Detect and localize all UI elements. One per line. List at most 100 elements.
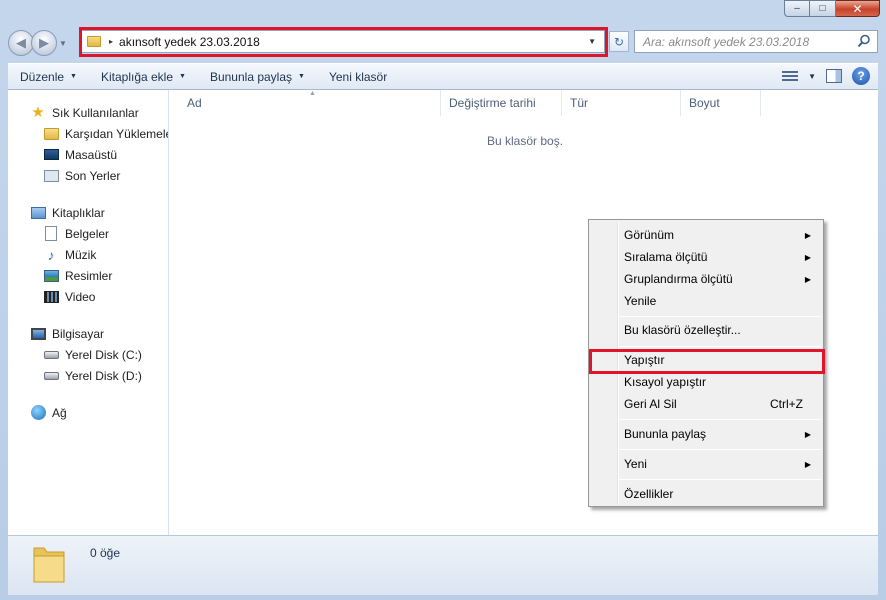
sidebar-item-desktop[interactable]: Masaüstü <box>8 144 168 165</box>
search-icon[interactable] <box>857 34 871 48</box>
sidebar-item-downloads[interactable]: Karşıdan Yüklemeler <box>8 123 168 144</box>
search-input[interactable]: Ara: akınsoft yedek 23.03.2018 <box>634 30 878 53</box>
forward-button[interactable]: ▶ <box>31 30 57 56</box>
libraries-icon <box>30 205 46 221</box>
include-in-library-button[interactable]: Kitaplığa ekle ▼ <box>89 64 198 89</box>
column-header-name[interactable]: ▲ Ad <box>169 90 441 116</box>
sidebar-item-label: Kitaplıklar <box>52 205 105 220</box>
computer-group: Bilgisayar Yerel Disk (C:) Yerel Disk (D… <box>8 323 168 386</box>
menu-item-paste-shortcut[interactable]: Kısayol yapıştır <box>591 371 821 393</box>
sidebar-item-pictures[interactable]: Resimler <box>8 265 168 286</box>
close-button[interactable]: ✕ <box>836 0 880 17</box>
menu-item-customize-folder[interactable]: Bu klasörü özelleştir... <box>591 319 821 341</box>
submenu-arrow-icon: ▶ <box>804 230 811 240</box>
sidebar-item-label: Belgeler <box>65 226 110 241</box>
new-folder-button[interactable]: Yeni klasör <box>317 64 399 89</box>
sidebar-item-computer[interactable]: Bilgisayar <box>8 323 168 344</box>
desktop-icon <box>43 147 59 163</box>
menu-item-undo-delete[interactable]: Geri Al Sil Ctrl+Z <box>591 393 821 415</box>
paste-highlight-box <box>589 349 825 374</box>
favorites-group: ★ Sık Kullanılanlar Karşıdan Yüklemeler … <box>8 102 168 186</box>
view-dropdown-icon[interactable]: ▼ <box>808 72 816 81</box>
column-header-label: Değiştirme tarihi <box>449 96 536 110</box>
libraries-group: Kitaplıklar Belgeler ♪ Müzik Resimler Vi… <box>8 202 168 307</box>
share-with-button[interactable]: Bununla paylaş ▼ <box>198 64 317 89</box>
menu-item-label: Özellikler <box>624 487 674 501</box>
menu-item-label: Kısayol yapıştır <box>624 375 707 389</box>
organize-label: Düzenle <box>20 69 65 84</box>
computer-icon <box>30 326 46 342</box>
sidebar-item-label: Karşıdan Yüklemeler <box>65 126 168 141</box>
menu-separator <box>619 479 821 480</box>
share-with-label: Bununla paylaş <box>209 69 293 84</box>
menu-separator <box>619 419 821 420</box>
caption-buttons: – □ ✕ <box>784 0 880 17</box>
minimize-button[interactable]: – <box>784 0 810 17</box>
refresh-icon: ↻ <box>613 34 625 49</box>
navigation-bar: ◀ ▶ ▼ ▸ akınsoft yedek 23.03.2018 ▼ ↻ Ar… <box>8 27 878 58</box>
menu-item-view[interactable]: Görünüm ▶ <box>591 224 821 246</box>
menu-separator <box>619 346 821 347</box>
menu-separator <box>619 449 821 450</box>
sidebar-item-label: Ağ <box>52 405 67 420</box>
menu-item-group-by[interactable]: Gruplandırma ölçütü ▶ <box>591 268 821 290</box>
menu-item-share-with[interactable]: Bununla paylaş ▶ <box>591 423 821 445</box>
submenu-arrow-icon: ▶ <box>804 252 811 262</box>
menu-item-new[interactable]: Yeni ▶ <box>591 453 821 475</box>
menu-item-properties[interactable]: Özellikler <box>591 483 821 505</box>
sidebar-item-music[interactable]: ♪ Müzik <box>8 244 168 265</box>
sidebar-item-label: Resimler <box>65 268 113 283</box>
star-icon: ★ <box>31 104 45 121</box>
column-header-size[interactable]: Boyut <box>681 90 761 116</box>
video-icon <box>43 289 59 305</box>
refresh-button[interactable]: ↻ <box>609 31 629 52</box>
include-in-library-label: Kitaplığa ekle <box>100 69 174 84</box>
organize-button[interactable]: Düzenle ▼ <box>8 64 89 89</box>
column-header-label: Ad <box>187 96 202 110</box>
sidebar-item-label: Yerel Disk (D:) <box>65 368 142 383</box>
folder-icon <box>33 547 65 583</box>
sidebar-item-label: Bilgisayar <box>52 326 105 341</box>
menu-item-label: Görünüm <box>624 228 675 242</box>
menu-separator <box>619 316 821 317</box>
maximize-button[interactable]: □ <box>810 0 836 17</box>
recent-places-icon <box>43 168 59 184</box>
sidebar-item-recent-places[interactable]: Son Yerler <box>8 165 168 186</box>
pictures-icon <box>43 268 59 284</box>
new-folder-label: Yeni klasör <box>328 69 388 84</box>
sidebar-item-label: Video <box>65 289 96 304</box>
dropdown-icon: ▼ <box>179 73 186 80</box>
sidebar-item-libraries[interactable]: Kitaplıklar <box>8 202 168 223</box>
column-header-type[interactable]: Tür <box>562 90 681 116</box>
menu-item-refresh[interactable]: Yenile <box>591 290 821 312</box>
network-icon <box>30 405 46 421</box>
sidebar-item-favorites[interactable]: ★ Sık Kullanılanlar <box>8 102 168 123</box>
sidebar-item-video[interactable]: Video <box>8 286 168 307</box>
menu-item-sort-by[interactable]: Sıralama ölçütü ▶ <box>591 246 821 268</box>
dropdown-icon: ▼ <box>298 73 305 80</box>
sidebar-item-local-disk-c[interactable]: Yerel Disk (C:) <box>8 344 168 365</box>
help-icon[interactable]: ? <box>852 67 870 85</box>
navigation-pane[interactable]: ★ Sık Kullanılanlar Karşıdan Yüklemeler … <box>8 90 169 535</box>
change-view-icon[interactable] <box>782 70 799 82</box>
sidebar-item-local-disk-d[interactable]: Yerel Disk (D:) <box>8 365 168 386</box>
sidebar-item-label: Son Yerler <box>65 168 121 183</box>
sidebar-item-label: Sık Kullanılanlar <box>52 105 139 120</box>
local-disk-c-icon <box>43 347 59 363</box>
column-header-date-modified[interactable]: Değiştirme tarihi <box>441 90 562 116</box>
column-headers: ▲ Ad Değiştirme tarihi Tür Boyut <box>169 90 878 116</box>
sidebar-item-label: Yerel Disk (C:) <box>65 347 142 362</box>
menu-item-label: Gruplandırma ölçütü <box>624 272 733 286</box>
menu-item-label: Sıralama ölçütü <box>624 250 708 264</box>
command-toolbar: Düzenle ▼ Kitaplığa ekle ▼ Bununla payla… <box>8 63 878 90</box>
column-header-label: Boyut <box>689 96 720 110</box>
menu-item-label: Bununla paylaş <box>624 427 707 441</box>
submenu-arrow-icon: ▶ <box>804 459 811 469</box>
sidebar-item-network[interactable]: Ağ <box>8 402 168 423</box>
menu-item-shortcut: Ctrl+Z <box>770 397 803 411</box>
sidebar-item-documents[interactable]: Belgeler <box>8 223 168 244</box>
recent-pages-dropdown-icon[interactable]: ▼ <box>59 39 67 48</box>
sort-ascending-icon: ▲ <box>309 90 316 97</box>
preview-pane-icon[interactable] <box>826 69 842 83</box>
explorer-window: – □ ✕ ◀ ▶ ▼ ▸ akınsoft yedek 23.03.2018 … <box>0 0 886 600</box>
